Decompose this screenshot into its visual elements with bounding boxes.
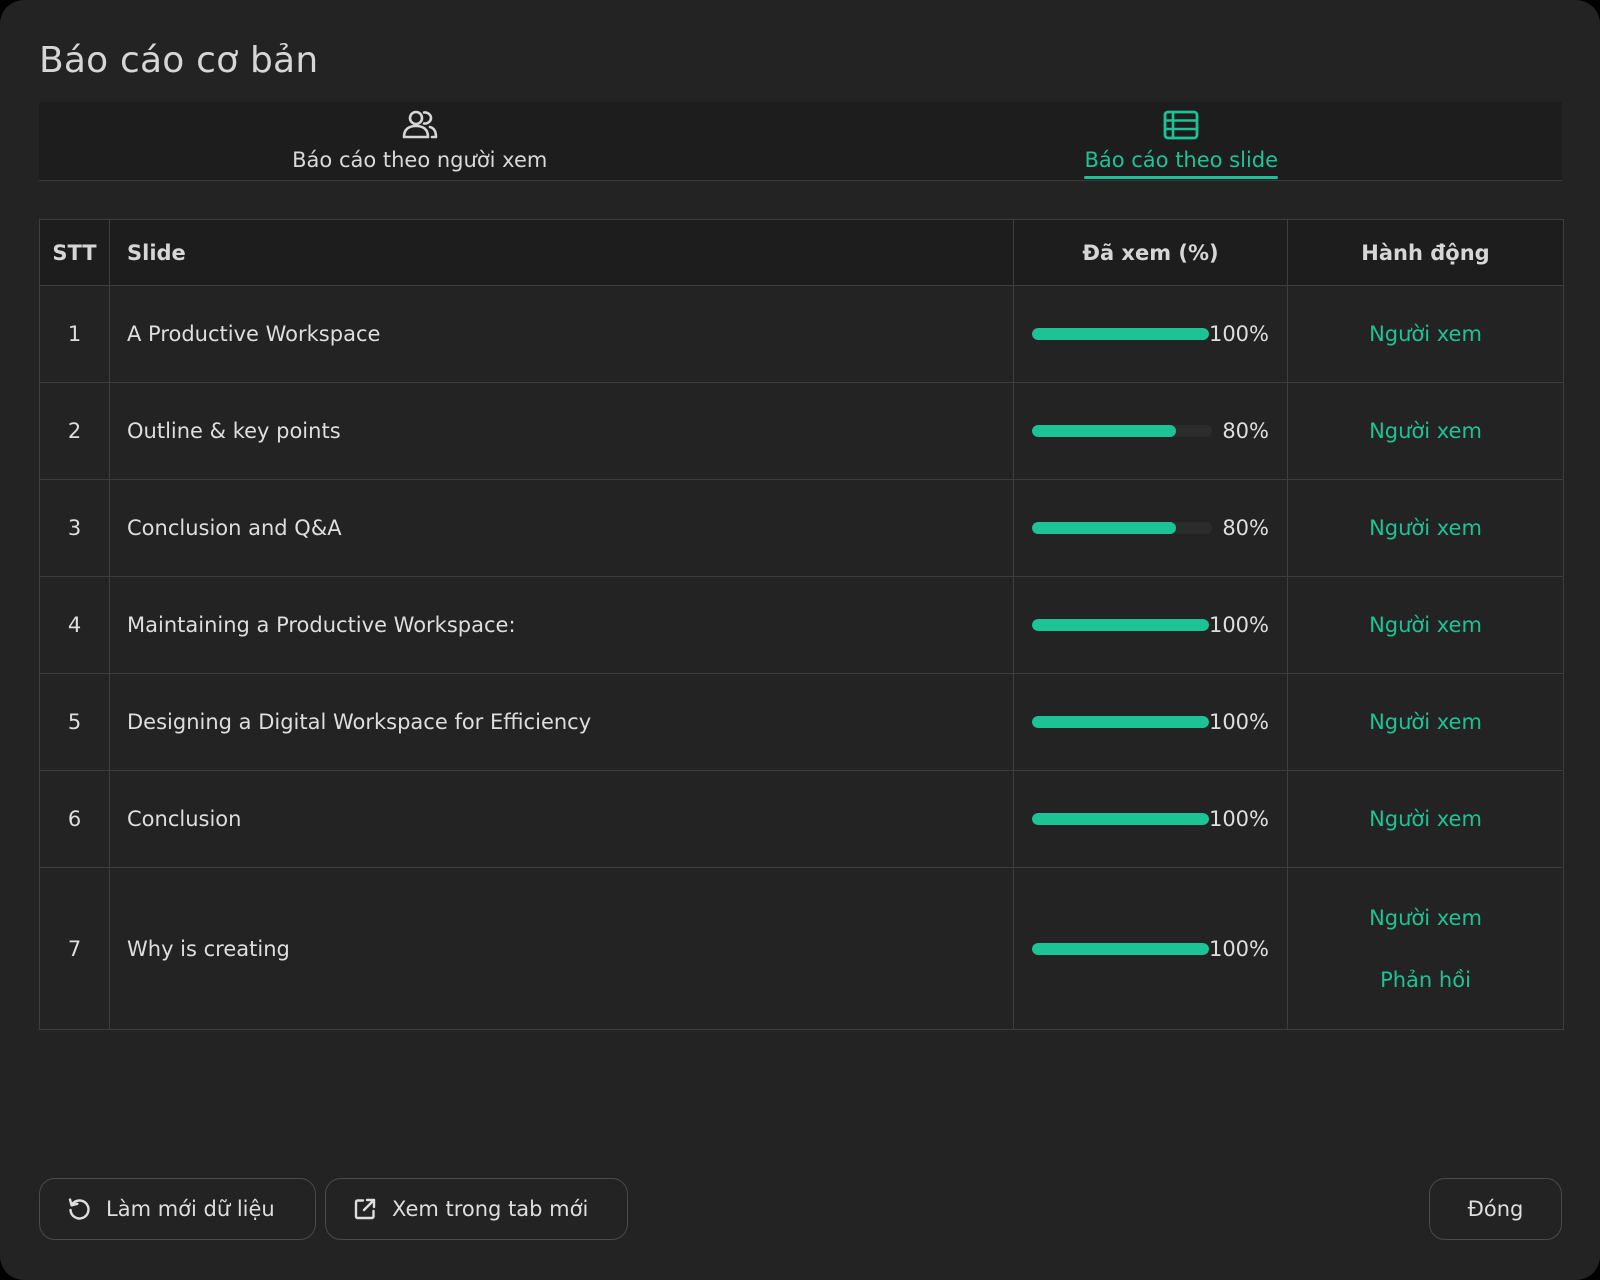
- percent-label: 100%: [1208, 710, 1269, 734]
- progress-bar: [1032, 942, 1209, 955]
- row-actions: Người xem: [1287, 382, 1564, 480]
- progress-bar-fill: [1032, 619, 1209, 631]
- header-slide: Slide: [109, 219, 1014, 286]
- row-actions: Người xem: [1287, 285, 1564, 383]
- progress-container: 100%: [1015, 710, 1286, 734]
- viewers-link[interactable]: Người xem: [1289, 710, 1562, 734]
- row-viewed-percent: 100%: [1013, 867, 1288, 1030]
- row-viewed-percent: 80%: [1013, 382, 1288, 480]
- tab-slide-report[interactable]: Báo cáo theo slide: [801, 102, 1563, 180]
- progress-bar: [1032, 813, 1209, 825]
- row-stt: 2: [39, 382, 110, 480]
- table-row: 6 Conclusion 100% Người xem: [39, 770, 1564, 868]
- viewers-link[interactable]: Người xem: [1289, 322, 1562, 346]
- row-slide-title: Maintaining a Productive Workspace:: [109, 576, 1014, 674]
- row-actions: Người xem: [1287, 770, 1564, 868]
- progress-bar-fill: [1032, 716, 1209, 728]
- percent-label: 100%: [1208, 807, 1269, 831]
- row-slide-title: A Productive Workspace: [109, 285, 1014, 383]
- progress-bar: [1032, 522, 1212, 534]
- progress-container: 100%: [1015, 322, 1286, 346]
- row-slide-title: Designing a Digital Workspace for Effici…: [109, 673, 1014, 771]
- report-tabs: Báo cáo theo người xem Báo cáo theo slid…: [39, 102, 1562, 181]
- refresh-icon: [68, 1198, 90, 1220]
- row-viewed-percent: 100%: [1013, 285, 1288, 383]
- row-actions: Người xem: [1287, 479, 1564, 577]
- percent-label: 100%: [1208, 936, 1269, 961]
- viewers-link[interactable]: Người xem: [1289, 613, 1562, 637]
- row-viewed-percent: 100%: [1013, 770, 1288, 868]
- table-header-row: STT Slide Đã xem (%) Hành động: [39, 219, 1564, 286]
- viewers-link[interactable]: Người xem: [1289, 419, 1562, 443]
- table-row: 1A Productive Workspace 100% Người xem: [39, 285, 1564, 383]
- progress-container: 80%: [1015, 419, 1286, 443]
- row-actions: Người xem: [1287, 673, 1564, 771]
- feedback-link[interactable]: Phản hồi: [1289, 968, 1562, 992]
- viewers-link[interactable]: Người xem: [1289, 807, 1562, 831]
- viewers-link[interactable]: Người xem: [1289, 516, 1562, 540]
- progress-bar: [1032, 328, 1209, 340]
- progress-container: 80%: [1015, 516, 1286, 540]
- header-stt: STT: [39, 219, 110, 286]
- row-stt: 3: [39, 479, 110, 577]
- active-tab-underline: [1084, 176, 1279, 179]
- percent-label: 80%: [1222, 419, 1269, 443]
- row-viewed-percent: 80%: [1013, 479, 1288, 577]
- row-viewed-percent: 100%: [1013, 576, 1288, 674]
- row-actions: Người xem Phản hồi: [1287, 867, 1564, 1030]
- row-stt: 5: [39, 673, 110, 771]
- row-stt: 7: [39, 867, 110, 1030]
- close-label: Đóng: [1467, 1197, 1524, 1221]
- progress-bar-fill: [1032, 942, 1209, 955]
- external-link-icon: [354, 1198, 376, 1220]
- close-button[interactable]: Đóng: [1429, 1178, 1562, 1240]
- slide-report-table: STT Slide Đã xem (%) Hành động 1A Produc…: [39, 219, 1564, 1030]
- refresh-data-label: Làm mới dữ liệu: [106, 1197, 275, 1221]
- percent-label: 100%: [1208, 322, 1269, 346]
- viewers-link[interactable]: Người xem: [1289, 906, 1562, 930]
- progress-bar-fill: [1032, 813, 1209, 825]
- users-icon: [402, 110, 438, 139]
- table-row: 2 Outline & key points 80% Người xem: [39, 382, 1564, 480]
- table-list-icon: [1163, 110, 1199, 140]
- header-action: Hành động: [1287, 219, 1564, 286]
- header-viewed-percent: Đã xem (%): [1013, 219, 1288, 286]
- row-slide-title: Outline & key points: [109, 382, 1014, 480]
- row-viewed-percent: 100%: [1013, 673, 1288, 771]
- progress-bar: [1032, 716, 1209, 728]
- row-slide-title: Why is creating: [109, 867, 1014, 1030]
- table-row: 3 Conclusion and Q&A 80% Người xem: [39, 479, 1564, 577]
- progress-bar-fill: [1032, 328, 1209, 340]
- progress-bar-fill: [1032, 425, 1176, 437]
- tab-viewer-report[interactable]: Báo cáo theo người xem: [39, 102, 801, 180]
- progress-container: 100%: [1015, 937, 1286, 961]
- progress-container: 100%: [1015, 807, 1286, 831]
- table-body: 1A Productive Workspace 100% Người xem 2 Out…: [39, 285, 1564, 1030]
- refresh-data-button[interactable]: Làm mới dữ liệu: [39, 1178, 316, 1240]
- table-row: 5 Designing a Digital Workspace for Effic…: [39, 673, 1564, 771]
- table-row: 4 Maintaining a Productive Workspace: 100%…: [39, 576, 1564, 674]
- percent-label: 100%: [1208, 613, 1269, 637]
- progress-bar: [1032, 425, 1212, 437]
- dialog-title: Báo cáo cơ bản: [39, 40, 319, 81]
- row-slide-title: Conclusion: [109, 770, 1014, 868]
- report-dialog: Báo cáo cơ bản Báo cáo theo người xem Bá…: [0, 0, 1600, 1280]
- progress-container: 100%: [1015, 613, 1286, 637]
- progress-bar-fill: [1032, 522, 1176, 534]
- row-actions: Người xem: [1287, 576, 1564, 674]
- row-slide-title: Conclusion and Q&A: [109, 479, 1014, 577]
- progress-bar: [1032, 619, 1209, 631]
- row-stt: 4: [39, 576, 110, 674]
- tab-viewer-report-label: Báo cáo theo người xem: [292, 148, 548, 172]
- tab-slide-report-label: Báo cáo theo slide: [1084, 148, 1279, 172]
- row-stt: 1: [39, 285, 110, 383]
- row-stt: 6: [39, 770, 110, 868]
- open-in-new-tab-label: Xem trong tab mới: [392, 1197, 589, 1221]
- table-row: 7 Why is creating 100% Người xem Phản hồi: [39, 867, 1564, 1030]
- percent-label: 80%: [1222, 516, 1269, 540]
- open-in-new-tab-button[interactable]: Xem trong tab mới: [325, 1178, 628, 1240]
